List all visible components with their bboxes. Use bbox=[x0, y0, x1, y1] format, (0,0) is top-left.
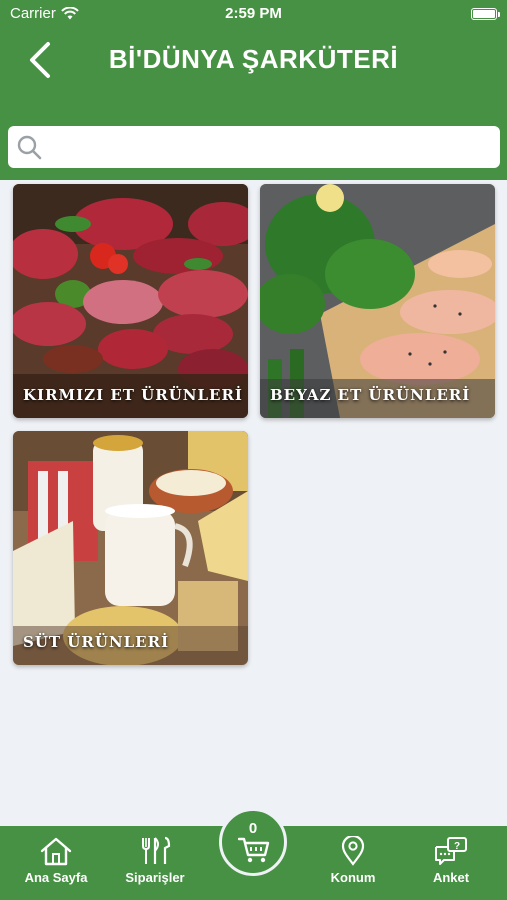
survey-chat-icon: ? bbox=[435, 837, 467, 865]
svg-text:?: ? bbox=[454, 841, 460, 852]
category-label: SÜT ÜRÜNLERİ bbox=[23, 633, 170, 651]
status-time: 2:59 PM bbox=[225, 5, 282, 22]
tab-survey-label: Anket bbox=[432, 870, 470, 885]
red-meat-image bbox=[13, 184, 248, 418]
cart-count-badge: 0 bbox=[248, 820, 258, 837]
tab-survey[interactable]: ? Anket bbox=[403, 836, 499, 885]
tab-home[interactable]: Ana Sayfa bbox=[8, 836, 104, 885]
tab-orders-label: Siparişler bbox=[125, 870, 185, 885]
category-card-red-meat[interactable]: KIRMIZI ET ÜRÜNLERİ bbox=[13, 184, 248, 418]
chicken-image bbox=[260, 184, 495, 418]
tab-orders[interactable]: Siparişler bbox=[107, 836, 203, 885]
cutlery-icon bbox=[142, 836, 171, 864]
tab-home-label: Ana Sayfa bbox=[24, 870, 88, 885]
cart-button[interactable]: 0 bbox=[219, 808, 287, 876]
search-input[interactable] bbox=[42, 126, 500, 168]
location-pin-icon bbox=[341, 836, 365, 866]
tab-location[interactable]: Konum bbox=[305, 836, 401, 885]
page-title: Bİ'DÜNYA ŞARKÜTERİ bbox=[108, 44, 399, 74]
search-bar[interactable] bbox=[8, 126, 500, 168]
category-card-white-meat[interactable]: BEYAZ ET ÜRÜNLERİ bbox=[260, 184, 495, 418]
dairy-image bbox=[13, 431, 248, 665]
battery-icon bbox=[471, 8, 500, 20]
category-label: KIRMIZI ET ÜRÜNLERİ bbox=[23, 386, 243, 404]
cart-icon bbox=[238, 837, 270, 863]
category-card-dairy[interactable]: SÜT ÜRÜNLERİ bbox=[13, 431, 248, 665]
tab-location-label: Konum bbox=[330, 870, 376, 885]
header-bar: Carrier 2:59 PM Bİ'DÜNYA ŞARKÜTERİ bbox=[0, 0, 507, 180]
category-label: BEYAZ ET ÜRÜNLERİ bbox=[270, 386, 471, 404]
home-icon bbox=[40, 837, 72, 866]
status-bar: Carrier 2:59 PM bbox=[0, 0, 507, 30]
search-icon bbox=[17, 135, 42, 160]
